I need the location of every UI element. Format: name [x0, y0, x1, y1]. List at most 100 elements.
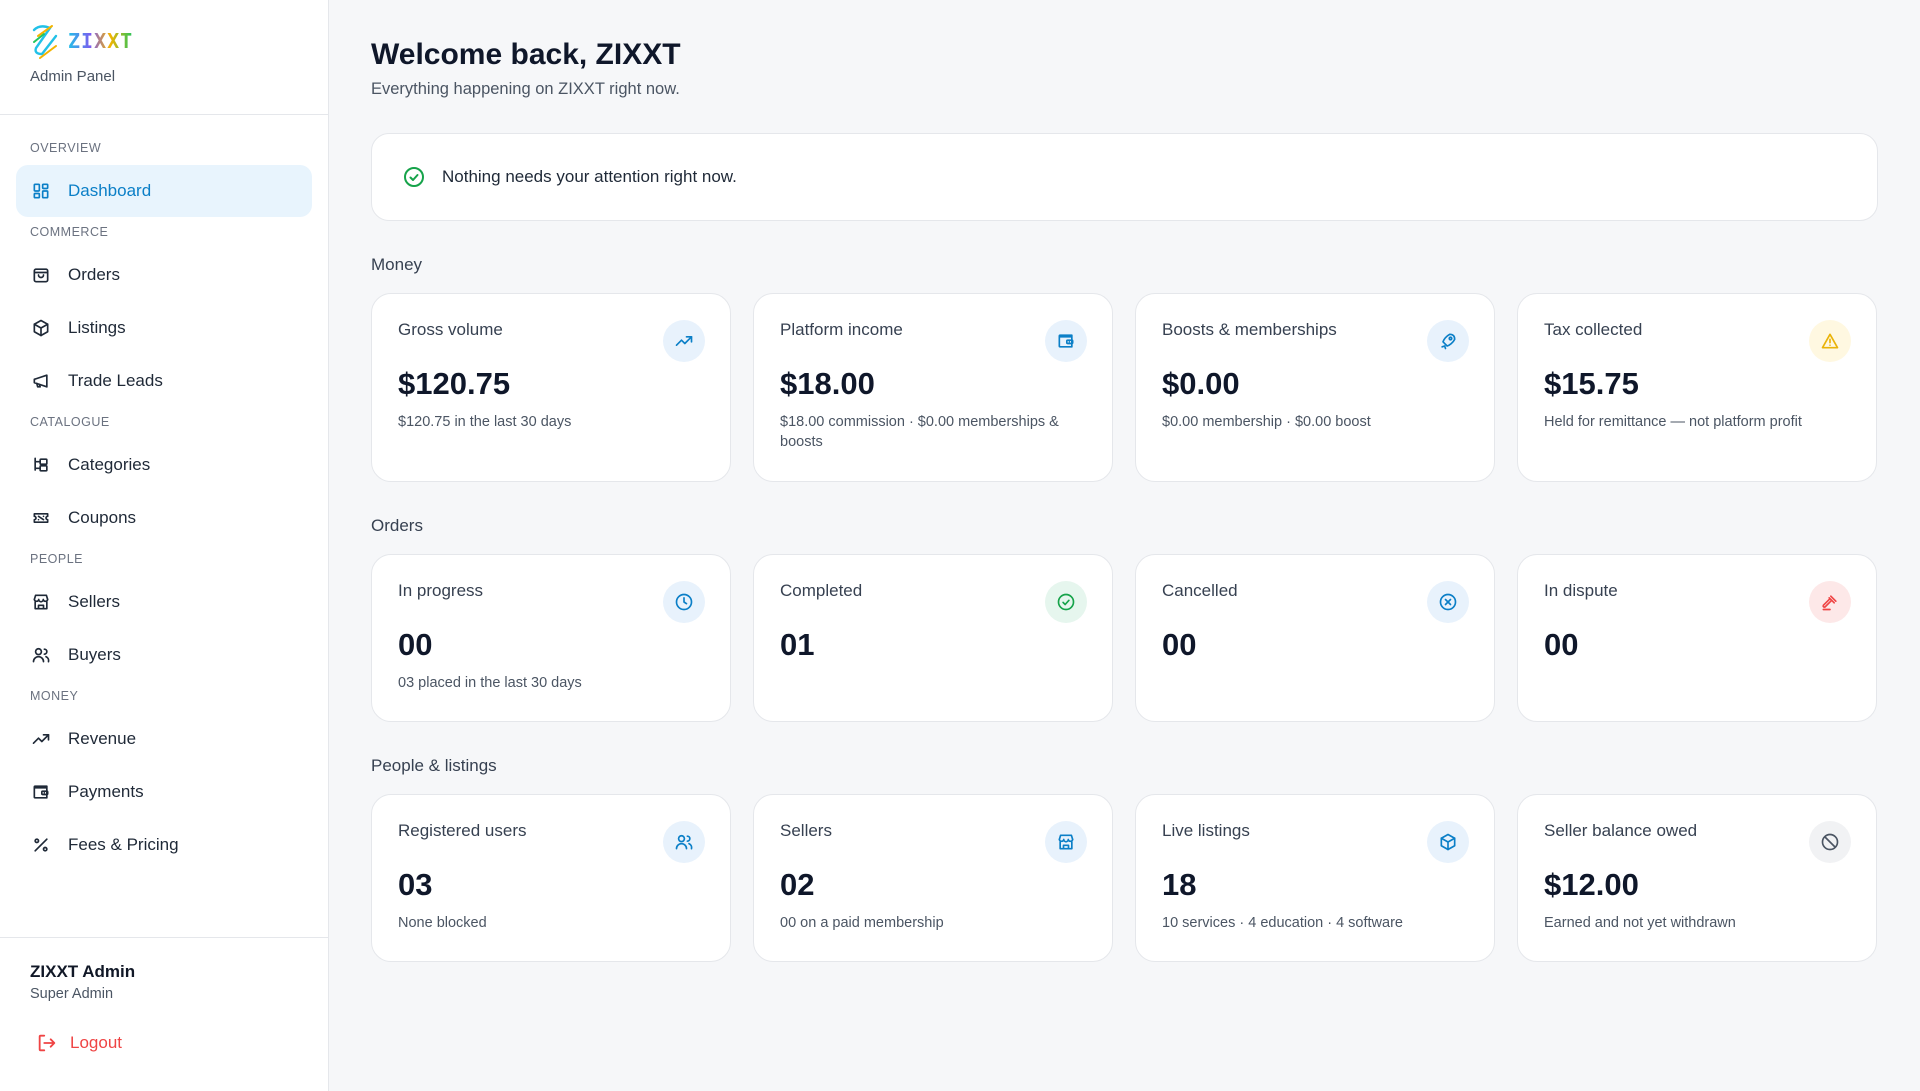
group-label-money: Money [371, 255, 423, 274]
sidebar-item-label: Orders [68, 265, 120, 284]
sidebar-item-buyers[interactable]: Buyers [16, 629, 312, 681]
stat-card-tax-collected[interactable]: Tax collected $15.75 Held for remittance —… [1517, 293, 1877, 482]
nav-section-catalogue: CATALOGUE Categories Coupons [16, 415, 312, 544]
card-note: 10 services · 4 education · 4 software [1162, 915, 1403, 931]
stat-card-in-progress[interactable]: In progress 00 03 placed in the last 30 da… [371, 554, 731, 722]
users-icon [30, 644, 52, 666]
check-circle-icon [1057, 593, 1075, 611]
card-value: 00 [398, 627, 433, 662]
brand: ZIXXT Admin Panel [0, 0, 328, 115]
zixxt-logo-icon [32, 25, 58, 59]
trending-up-icon [675, 336, 693, 346]
sidebar-item-sellers[interactable]: Sellers [16, 576, 312, 628]
card-title: Seller balance owed [1544, 821, 1698, 840]
bag-icon [30, 264, 52, 286]
wallet-icon [33, 785, 49, 799]
sidebar: ZIXXT Admin Panel OVERVIEW Dashboard COMME… [0, 0, 329, 1091]
sidebar-item-label: Trade Leads [68, 371, 163, 390]
sidebar-item-payments[interactable]: Payments [16, 766, 312, 818]
gavel-icon [1822, 595, 1837, 611]
store-icon [33, 594, 49, 610]
card-value: 00 [1544, 627, 1579, 662]
nav-section-label: MONEY [30, 689, 79, 703]
card-title: In dispute [1544, 581, 1618, 600]
stat-card-cancelled[interactable]: Cancelled 00 [1135, 554, 1495, 722]
logout-button[interactable]: Logout [36, 1032, 328, 1054]
trending-up-icon [30, 728, 52, 750]
stat-card-registered-users[interactable]: Registered users 03 None blocked [371, 794, 731, 962]
nav-section-money: MONEY Revenue Payments Fees & Pricing [16, 689, 312, 871]
stat-card-sellers[interactable]: Sellers 02 00 on a paid membership [753, 794, 1113, 962]
notice-text: Nothing needs your attention right now. [442, 167, 737, 186]
nav-section-commerce: COMMERCE Orders Listings Trade Leads [16, 225, 312, 407]
card-value: $120.75 [398, 366, 511, 401]
sidebar-item-categories[interactable]: Categories [16, 439, 312, 491]
stat-card-live-listings[interactable]: Live listings 18 10 services · 4 education… [1135, 794, 1495, 962]
card-title: Platform income [780, 320, 903, 339]
users-icon [32, 647, 50, 663]
dashboard-icon [33, 183, 49, 199]
nav-section-people: PEOPLE Sellers Buyers [16, 552, 312, 681]
store-icon [1058, 834, 1074, 850]
card-note: $0.00 membership · $0.00 boost [1162, 414, 1371, 430]
card-title: Tax collected [1544, 320, 1643, 339]
sidebar-item-label: Sellers [68, 592, 120, 611]
card-value: $18.00 [780, 366, 875, 401]
card-icon-badge [1809, 320, 1851, 362]
sidebar-item-orders[interactable]: Orders [16, 249, 312, 301]
stat-card-in-dispute[interactable]: In dispute 00 [1517, 554, 1877, 722]
card-value: $0.00 [1162, 366, 1240, 401]
sidebar-item-label: Revenue [68, 729, 137, 748]
people-cards: Registered users 03 None blocked Sellers 02 0… [371, 794, 1878, 962]
sidebar-item-label: Payments [68, 782, 144, 801]
sidebar-item-dashboard[interactable]: Dashboard [16, 165, 312, 217]
stat-card-seller-balance-owed[interactable]: Seller balance owed $12.00 Earned and not … [1517, 794, 1877, 962]
card-title: Gross volume [398, 320, 503, 339]
bag-icon [33, 268, 49, 283]
ban-icon [1821, 833, 1839, 851]
ticket-icon [30, 507, 52, 529]
stat-card-platform-income[interactable]: Platform income $18.00 $18.00 commission ·… [753, 293, 1113, 482]
money-cards: Gross volume $120.75 $120.75 in the last 3… [371, 293, 1878, 482]
stat-card-completed[interactable]: Completed 01 [753, 554, 1113, 722]
card-icon-badge [1045, 320, 1087, 362]
sidebar-item-trade-leads[interactable]: Trade Leads [16, 355, 312, 407]
sidebar-item-label: Dashboard [68, 181, 152, 200]
sidebar-item-label: Buyers [68, 645, 121, 664]
sidebar-item-listings[interactable]: Listings [16, 302, 312, 354]
card-value: $15.75 [1544, 366, 1639, 401]
card-value: 01 [780, 627, 815, 662]
sidebar-item-label: Categories [68, 455, 151, 474]
card-icon-badge [1045, 581, 1087, 623]
card-icon-badge [663, 821, 705, 863]
card-value: 18 [1162, 867, 1197, 902]
user-block: ZIXXT Admin Super Admin Logout [0, 937, 328, 1091]
attention-notice: Nothing needs your attention right now. [371, 133, 1878, 221]
sidebar-item-revenue[interactable]: Revenue [16, 713, 312, 765]
box-icon [1440, 833, 1456, 851]
sidebar-item-fees-pricing[interactable]: Fees & Pricing [16, 819, 312, 871]
card-title: In progress [398, 581, 484, 600]
dashboard-icon [30, 180, 52, 202]
group-label-orders: Orders [371, 516, 423, 535]
trending-up-icon [32, 734, 50, 744]
card-value: 00 [1162, 627, 1197, 662]
card-icon-badge [1427, 821, 1469, 863]
brand-subtitle: Admin Panel [30, 68, 116, 85]
sidebar-item-coupons[interactable]: Coupons [16, 492, 312, 544]
stat-card-boosts-memberships[interactable]: Boosts & memberships $0.00 $0.00 membershi… [1135, 293, 1495, 482]
card-note: 00 on a paid membership [780, 915, 944, 931]
megaphone-icon [33, 374, 48, 388]
wallet-icon [1058, 334, 1074, 348]
wallet-icon [30, 781, 52, 803]
stat-card-gross-volume[interactable]: Gross volume $120.75 $120.75 in the last 3… [371, 293, 731, 482]
sidebar-item-label: Listings [68, 318, 126, 337]
card-title: Registered users [398, 821, 527, 840]
card-icon-badge [663, 581, 705, 623]
card-icon-badge [1809, 821, 1851, 863]
brand-row[interactable]: ZIXXT [30, 22, 328, 60]
app-root: ZIXXT Admin Panel OVERVIEW Dashboard COMME… [0, 0, 1920, 1091]
logout-icon [38, 1034, 56, 1052]
card-note: $120.75 in the last 30 days [398, 414, 572, 430]
tree-icon [30, 454, 52, 476]
